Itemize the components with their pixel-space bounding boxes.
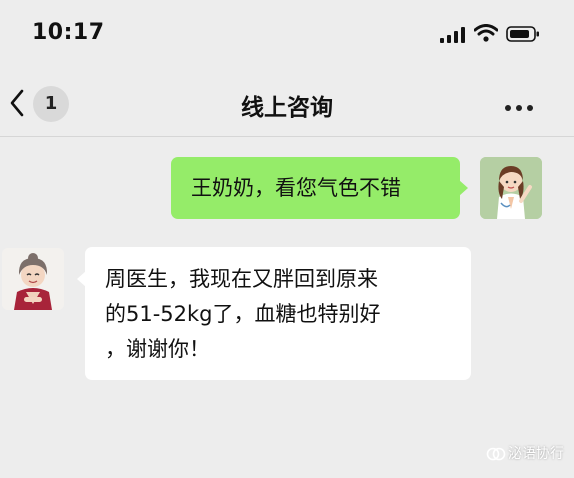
patient-avatar[interactable] [2, 248, 64, 310]
message-bubble-sent[interactable]: 王奶奶，看您气色不错 [171, 157, 468, 219]
watermark: 泌语协行 [486, 443, 564, 463]
battery-icon [506, 26, 539, 42]
message-line: ，谢谢你！ [105, 337, 210, 361]
message-line: 周医生，我现在又胖回到原来 [105, 267, 378, 291]
more-dots-icon[interactable] [505, 96, 541, 111]
doctor-avatar[interactable] [480, 157, 542, 219]
status-time: 10:17 [32, 20, 105, 45]
page-title: 线上咨询 [241, 95, 333, 121]
doctor-illustration-icon [480, 157, 542, 219]
grandma-illustration-icon [2, 248, 64, 310]
status-bar: 10:17 [0, 0, 574, 70]
wechat-official-account-icon [486, 447, 506, 461]
wifi-icon [474, 24, 498, 42]
watermark-text: 泌语协行 [508, 446, 564, 462]
message-bubble-received[interactable]: 周医生，我现在又胖回到原来 的51-52kg了，血糖也特别好 ，谢谢你！ [77, 247, 471, 380]
message-line: 的51-52kg了，血糖也特别好 [105, 302, 381, 326]
cellular-signal-icon [440, 27, 465, 43]
nav-bar: 1 线上咨询 [0, 70, 574, 137]
